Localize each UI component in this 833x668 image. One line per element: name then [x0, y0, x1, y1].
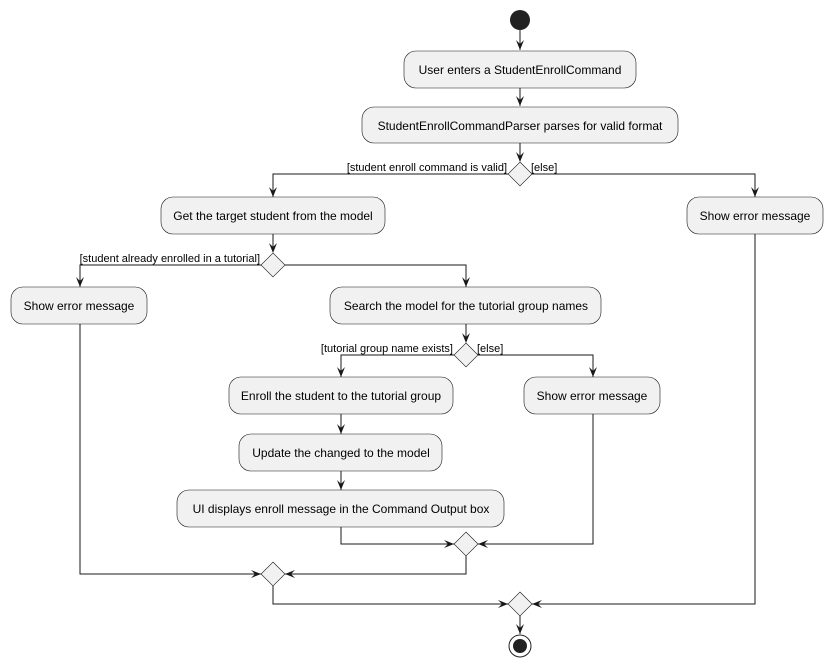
end-node: [508, 634, 532, 658]
merge-enroll-branches: [453, 531, 479, 557]
edge-decision1-get-student: [272, 173, 508, 197]
action-label: Search the model for the tutorial group …: [344, 299, 588, 313]
action-parse-command: StudentEnrollCommandParser parses for va…: [361, 106, 679, 144]
edge-decision2-error: [79, 264, 261, 287]
action-error-no-group: Show error message: [523, 376, 661, 415]
action-label: Enroll the student to the tutorial group: [241, 389, 441, 403]
edge-merge1-merge2: [285, 556, 467, 575]
guard-group-else: [else]: [477, 343, 503, 355]
action-label: Show error message: [24, 299, 135, 313]
action-label: Update the changed to the model: [252, 446, 429, 460]
action-error-already-enrolled: Show error message: [10, 286, 148, 325]
action-update-model: Update the changed to the model: [238, 433, 443, 472]
decision-group-exists: [453, 342, 479, 368]
edge-merge2-merge3: [272, 586, 508, 605]
action-get-student: Get the target student from the model: [160, 196, 386, 235]
action-label: Show error message: [537, 389, 648, 403]
action-label: Show error message: [700, 209, 811, 223]
action-label: StudentEnrollCommandParser parses for va…: [378, 119, 663, 133]
decision-already-enrolled: [260, 252, 286, 278]
action-ui-display: UI displays enroll message in the Comman…: [176, 489, 505, 528]
action-label: UI displays enroll message in the Comman…: [193, 502, 490, 516]
action-enroll-student: Enroll the student to the tutorial group: [228, 376, 454, 415]
guard-already-enrolled: [student already enrolled in a tutorial]: [80, 253, 260, 265]
guard-command-valid: [student enroll command is valid]: [347, 162, 507, 174]
action-search-groups: Search the model for the tutorial group …: [329, 286, 602, 325]
start-node: [510, 10, 530, 30]
action-enter-command: User enters a StudentEnrollCommand: [403, 50, 637, 89]
activity-diagram: User enters a StudentEnrollCommand Stude…: [10, 10, 824, 658]
edge-decision3-error: [478, 354, 594, 377]
guard-command-else: [else]: [531, 162, 557, 174]
guard-group-exists: [tutorial group name exists]: [321, 343, 453, 355]
action-label: User enters a StudentEnrollCommand: [419, 63, 622, 77]
edge-decision3-enroll: [340, 354, 454, 377]
decision-command-valid: [507, 161, 533, 187]
edge-error2-merge2: [79, 324, 261, 575]
action-label: Get the target student from the model: [173, 209, 372, 223]
edge-ui-merge1: [340, 527, 454, 545]
edge-decision1-error: [532, 173, 756, 197]
action-error-invalid-command: Show error message: [686, 196, 824, 235]
merge-final: [507, 591, 533, 617]
merge-student-branches: [260, 561, 286, 587]
edge-decision2-search: [285, 264, 467, 287]
